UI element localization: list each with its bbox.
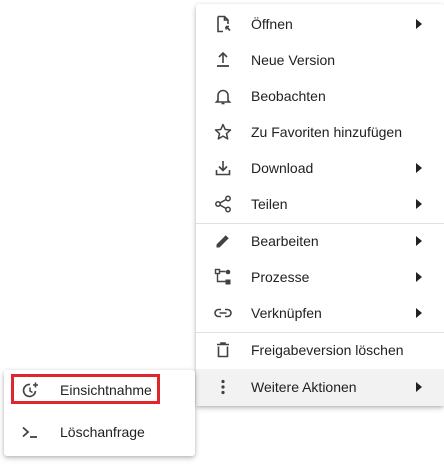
- menu-item-label: Prozesse: [251, 269, 310, 285]
- submenu-arrow-icon: [416, 199, 422, 209]
- pencil-icon: [213, 231, 233, 251]
- menu-item-favoriten[interactable]: Zu Favoriten hinzufügen: [196, 114, 444, 150]
- menu-item-freigabeversion-loeschen[interactable]: Freigabeversion löschen: [196, 332, 444, 368]
- menu-item-neue-version[interactable]: Neue Version: [196, 42, 444, 78]
- submenu-arrow-icon: [416, 272, 422, 282]
- menu-item-label: Löschanfrage: [60, 424, 145, 440]
- menu-item-label: Beobachten: [251, 88, 326, 104]
- submenu-arrow-icon: [416, 382, 422, 392]
- menu-item-label: Zu Favoriten hinzufügen: [251, 124, 402, 140]
- menu-item-label: Öffnen: [251, 16, 293, 32]
- trash-icon: [213, 340, 233, 360]
- submenu-arrow-icon: [416, 19, 422, 29]
- bell-icon: [213, 86, 233, 106]
- submenu-arrow-icon: [416, 236, 422, 246]
- menu-item-label: Bearbeiten: [251, 233, 319, 249]
- menu-item-bearbeiten[interactable]: Bearbeiten: [196, 223, 444, 259]
- link-icon: [213, 303, 233, 323]
- menu-item-beobachten[interactable]: Beobachten: [196, 78, 444, 114]
- menu-item-prozesse[interactable]: Prozesse: [196, 259, 444, 295]
- menu-item-label: Neue Version: [251, 52, 336, 68]
- context-menu: Öffnen Neue Version Beobachten Zu Favori…: [196, 4, 444, 406]
- menu-item-label: Verknüpfen: [251, 305, 322, 321]
- download-icon: [213, 158, 233, 178]
- menu-item-label: Download: [251, 160, 314, 176]
- highlight-box: [11, 374, 160, 404]
- menu-item-teilen[interactable]: Teilen: [196, 186, 444, 222]
- submenu-arrow-icon: [416, 163, 422, 173]
- menu-item-download[interactable]: Download: [196, 150, 444, 186]
- process-icon: [213, 267, 233, 287]
- more-vertical-icon: [213, 377, 233, 397]
- submenu-arrow-icon: [416, 308, 422, 318]
- file-open-icon: [213, 14, 233, 34]
- menu-item-oeffnen[interactable]: Öffnen: [196, 6, 444, 42]
- menu-item-label: Freigabeversion löschen: [251, 342, 404, 358]
- star-icon: [213, 122, 233, 142]
- menu-item-weitere-aktionen[interactable]: Weitere Aktionen: [196, 369, 444, 406]
- menu-item-label: Weitere Aktionen: [251, 379, 357, 395]
- submenu-item-loeschanfrage[interactable]: Löschanfrage: [4, 414, 195, 450]
- share-icon: [213, 194, 233, 214]
- upload-icon: [213, 50, 233, 70]
- submenu-weitere-aktionen: Einsichtnahme Löschanfrage: [4, 370, 195, 456]
- menu-item-label: Teilen: [251, 196, 288, 212]
- terminal-icon: [20, 422, 40, 442]
- menu-item-verknuepfen[interactable]: Verknüpfen: [196, 295, 444, 331]
